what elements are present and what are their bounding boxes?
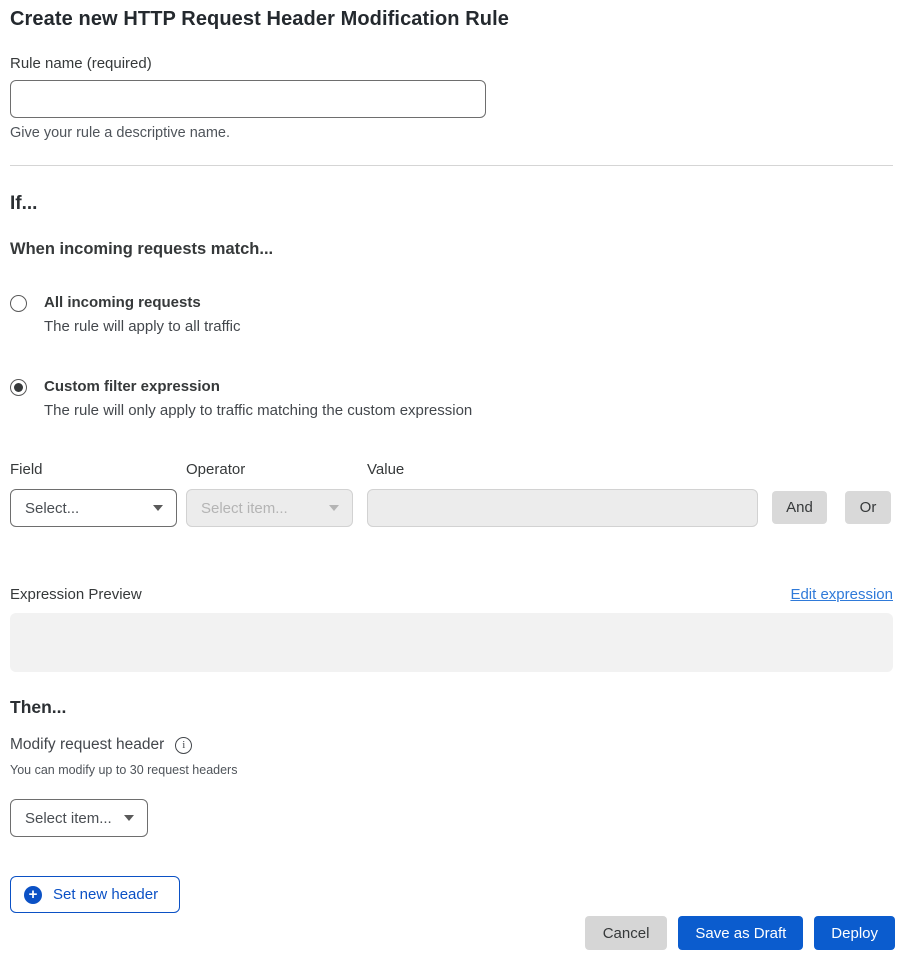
set-new-header-button[interactable]: + Set new header <box>10 876 180 913</box>
header-action-select[interactable]: Select item... <box>10 799 148 837</box>
operator-label: Operator <box>186 461 353 478</box>
or-button[interactable]: Or <box>845 491 891 524</box>
radio-icon-custom-expression[interactable] <box>10 379 27 396</box>
and-button[interactable]: And <box>772 491 827 524</box>
modify-request-header-label: Modify request header <box>10 736 164 754</box>
operator-column: Operator Select item... <box>186 461 353 527</box>
radio-label-all-requests: All incoming requests <box>44 294 240 311</box>
value-label: Value <box>367 461 758 478</box>
value-input[interactable] <box>367 489 758 527</box>
then-heading: Then... <box>10 697 893 718</box>
edit-expression-link[interactable]: Edit expression <box>790 586 893 603</box>
set-new-header-label: Set new header <box>53 886 158 903</box>
modify-header-row: Modify request header i <box>10 736 893 754</box>
create-rule-form: Create new HTTP Request Header Modificat… <box>0 0 899 950</box>
if-heading: If... <box>10 193 893 215</box>
rule-name-label: Rule name (required) <box>10 55 893 72</box>
field-select[interactable]: Select... <box>10 489 177 527</box>
radio-label-custom-expression: Custom filter expression <box>44 378 472 395</box>
radio-option-all-requests[interactable]: All incoming requests The rule will appl… <box>10 294 893 335</box>
operator-select-value: Select item... <box>201 500 288 517</box>
expression-builder-row: Field Select... Operator Select item... … <box>10 461 893 527</box>
radio-icon-all-requests[interactable] <box>10 295 27 312</box>
radio-desc-custom-expression: The rule will only apply to traffic matc… <box>44 402 472 419</box>
section-divider <box>10 165 893 166</box>
radio-texts: Custom filter expression The rule will o… <box>44 378 472 419</box>
modify-helper-text: You can modify up to 30 request headers <box>10 763 893 777</box>
value-column: Value <box>367 461 758 527</box>
expression-preview-header: Expression Preview Edit expression <box>10 586 893 603</box>
page-title: Create new HTTP Request Header Modificat… <box>10 8 893 31</box>
field-label: Field <box>10 461 177 478</box>
header-action-select-value: Select item... <box>25 810 112 827</box>
field-column: Field Select... <box>10 461 177 527</box>
chevron-down-icon <box>153 505 163 511</box>
chevron-down-icon <box>329 505 339 511</box>
rule-name-helper: Give your rule a descriptive name. <box>10 125 893 141</box>
expression-preview-box <box>10 613 893 672</box>
expression-preview-label: Expression Preview <box>10 586 142 603</box>
footer-actions: Cancel Save as Draft Deploy <box>10 916 895 950</box>
deploy-button[interactable]: Deploy <box>814 916 895 950</box>
operator-select[interactable]: Select item... <box>186 489 353 527</box>
cancel-button[interactable]: Cancel <box>585 916 668 950</box>
radio-option-custom-expression[interactable]: Custom filter expression The rule will o… <box>10 378 893 419</box>
save-as-draft-button[interactable]: Save as Draft <box>678 916 803 950</box>
radio-texts: All incoming requests The rule will appl… <box>44 294 240 335</box>
chevron-down-icon <box>124 815 134 821</box>
info-icon[interactable]: i <box>175 737 192 754</box>
match-subheading: When incoming requests match... <box>10 240 893 259</box>
field-select-value: Select... <box>25 500 79 517</box>
rule-name-input[interactable] <box>10 80 486 118</box>
plus-icon: + <box>24 886 42 904</box>
radio-desc-all-requests: The rule will apply to all traffic <box>44 318 240 335</box>
